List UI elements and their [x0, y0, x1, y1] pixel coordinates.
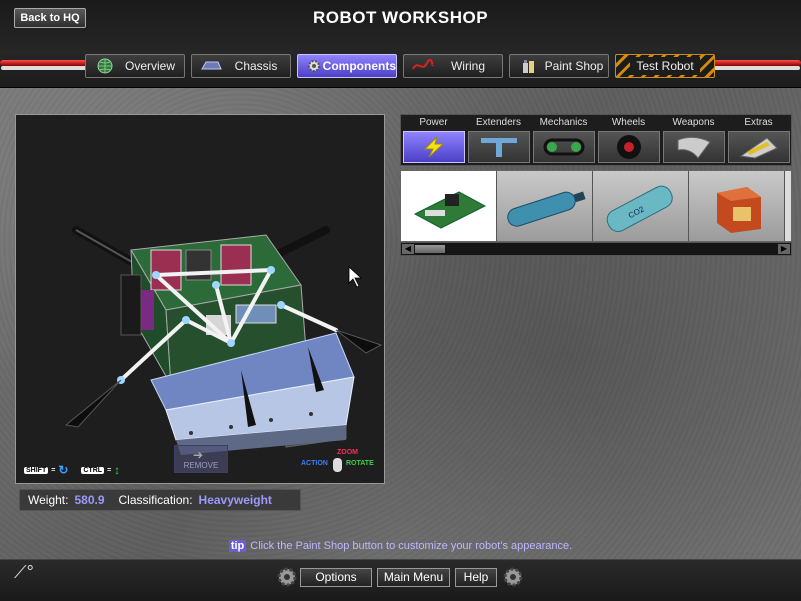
red-cable-left: [0, 60, 90, 66]
part-item[interactable]: [401, 171, 497, 241]
category-tabs: Power Extenders Mechanics Wheels Weapons…: [400, 114, 792, 166]
part-item[interactable]: [497, 171, 593, 241]
circuit-board-icon: [413, 191, 486, 229]
gear-icon: [306, 58, 323, 74]
parts-carousel: CO2: [400, 170, 792, 242]
parts-panel: Power Extenders Mechanics Wheels Weapons…: [400, 114, 792, 256]
blue-tank-icon: [506, 191, 586, 227]
tab-overview[interactable]: Overview: [85, 54, 185, 78]
category-wheels[interactable]: Wheels: [596, 115, 661, 165]
scroll-thumb[interactable]: [415, 245, 445, 253]
mouse-icon: [333, 458, 342, 472]
red-cable-right: [712, 60, 801, 66]
classification-value: Heavyweight: [198, 493, 272, 507]
wedge-icon: [739, 137, 778, 159]
control-hints-left: SHIFT = ↻ CTRL = ↕: [24, 463, 121, 477]
co2-tank-icon: CO2: [606, 185, 673, 232]
tab-chassis[interactable]: Chassis: [191, 54, 291, 78]
wheel-icon: [616, 135, 641, 159]
help-button[interactable]: Help: [455, 568, 497, 587]
category-power[interactable]: Power: [401, 115, 466, 165]
wire-icon: [412, 58, 434, 74]
scroll-right-icon[interactable]: ▶: [778, 244, 790, 254]
gear-icon: [503, 567, 523, 587]
battery-box-icon: [716, 187, 761, 233]
lightning-icon: [423, 136, 444, 158]
tab-wiring[interactable]: Wiring: [403, 54, 503, 78]
robot-stats-bar: Weight: 580.9 Classification: Heavyweigh…: [19, 489, 301, 511]
category-weapons[interactable]: Weapons: [661, 115, 726, 165]
paint-cursor-icon: ⟋°: [14, 562, 34, 582]
robot-model[interactable]: [16, 115, 384, 483]
category-extras[interactable]: Extras: [726, 115, 791, 165]
chassis-icon: [200, 58, 222, 74]
tab-test-robot[interactable]: Test Robot: [615, 54, 715, 78]
chain-icon: [543, 138, 584, 156]
remove-part-button[interactable]: ➔ REMOVE: [174, 445, 228, 473]
t-bar-icon: [480, 138, 517, 157]
page-title: ROBOT WORKSHOP: [312, 8, 489, 27]
part-item[interactable]: [689, 171, 785, 241]
tip-line: tip Click the Paint Shop button to custom…: [228, 540, 573, 552]
robot-3d-viewport[interactable]: ➔ REMOVE SHIFT = ↻ CTRL = ↕ ZOOM ACTION …: [15, 114, 385, 484]
parts-scrollbar[interactable]: ◀ ▶: [400, 242, 792, 256]
globe-icon: [94, 58, 116, 74]
mouse-hint: ZOOM ACTION ROTATE: [301, 449, 381, 481]
tip-badge: tip: [228, 540, 247, 552]
category-extenders[interactable]: Extenders: [466, 115, 531, 165]
rotate-icon: ↻: [58, 463, 69, 477]
weight-value: 580.9: [74, 493, 105, 507]
scroll-left-icon[interactable]: ◀: [402, 244, 414, 254]
options-button[interactable]: Options: [300, 568, 372, 587]
gear-icon: [277, 567, 297, 587]
main-menu-button[interactable]: Main Menu: [377, 568, 450, 587]
arrow-right-icon: ➔: [193, 448, 204, 462]
part-item[interactable]: CO2: [593, 171, 689, 241]
blade-icon: [677, 136, 711, 159]
tab-paint-shop[interactable]: Paint Shop: [509, 54, 609, 78]
paint-can-icon: [518, 58, 540, 74]
category-mechanics[interactable]: Mechanics: [531, 115, 596, 165]
tab-components[interactable]: Components: [297, 54, 397, 78]
vertical-arrows-icon: ↕: [114, 463, 121, 477]
